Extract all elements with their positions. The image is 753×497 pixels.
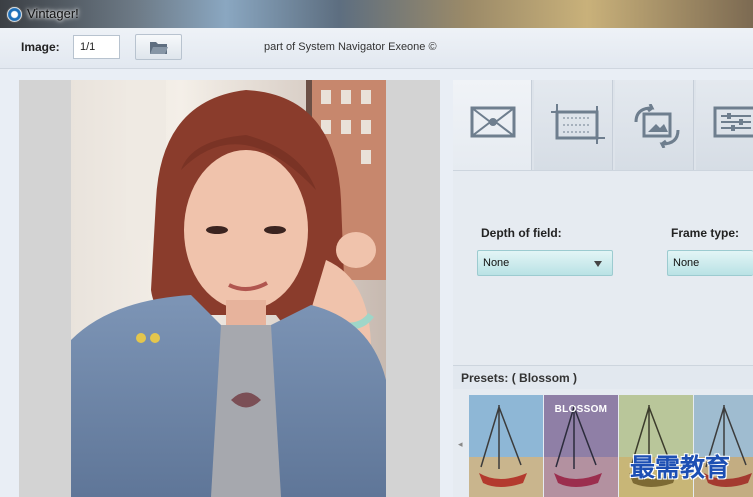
depth-of-field-label: Depth of field: [481, 226, 562, 240]
depth-of-field-value: None [483, 257, 510, 269]
sailboat-thumbnail [469, 395, 543, 497]
settings-panel: Depth of field: None Frame type: None [453, 170, 753, 366]
tab-effects[interactable] [453, 80, 532, 170]
frame-type-value: None [673, 257, 700, 269]
title-bar: Vintager! [0, 0, 753, 28]
frame-type-label: Frame type: [671, 226, 740, 240]
image-preview-pane [19, 80, 440, 497]
credit-text: part of System Navigator Exeone © [264, 41, 437, 53]
preset-title: BLOSSOM [554, 404, 608, 415]
rotate-image-icon [634, 104, 680, 148]
preset-thumb-blossom[interactable]: BLOSSOM [544, 395, 618, 497]
tab-crop[interactable] [534, 80, 613, 170]
app-icon[interactable] [6, 6, 23, 23]
frame-type-select[interactable]: None [667, 250, 753, 276]
tab-adjust[interactable] [696, 80, 753, 170]
photo-preview [71, 80, 386, 497]
depth-of-field-select[interactable]: None [477, 250, 613, 276]
watermark-text: 最需教育 [630, 453, 731, 482]
image-index-input[interactable] [73, 35, 120, 59]
scroll-left-icon[interactable]: ◂ [458, 439, 463, 450]
adjust-sliders-icon [713, 106, 753, 138]
presets-header: Presets: ( Blossom ) [453, 365, 753, 390]
open-folder-button[interactable] [135, 34, 182, 60]
tool-tabs [453, 80, 753, 170]
window-title: Vintager! [27, 6, 79, 21]
presets-label: Presets: ( Blossom ) [461, 371, 578, 385]
toolbar: Image: part of System Navigator Exeone © [0, 28, 753, 69]
crop-frame-icon [551, 104, 605, 144]
preset-thumb[interactable] [469, 395, 543, 497]
image-label: Image: [21, 40, 60, 54]
tab-rotate[interactable] [615, 80, 694, 170]
portrait-photo [71, 80, 386, 497]
chevron-down-icon [594, 261, 602, 267]
envelope-effect-icon [470, 106, 516, 138]
open-folder-icon [150, 42, 168, 54]
